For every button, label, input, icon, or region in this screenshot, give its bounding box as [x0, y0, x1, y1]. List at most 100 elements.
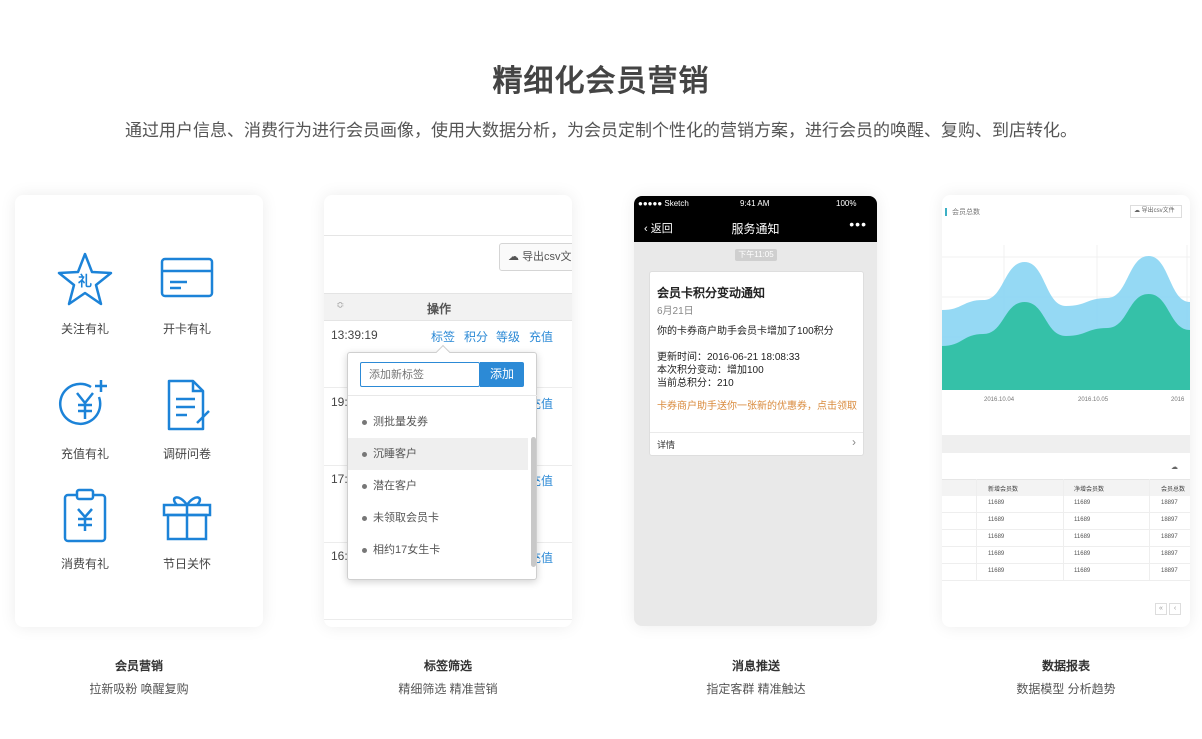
tag-option[interactable]: 测批量发券: [348, 406, 528, 438]
row-time: 17:: [331, 472, 348, 486]
x-tick-label: 2016: [1171, 397, 1185, 403]
prev-page-button[interactable]: ‹: [1169, 603, 1181, 615]
add-tag-button[interactable]: 添加: [480, 362, 524, 387]
first-page-button[interactable]: «: [1155, 603, 1167, 615]
export-csv-label: 导出csv文: [522, 251, 572, 263]
open-card-gift-item[interactable]: 开卡有礼: [147, 250, 227, 337]
export-csv-button[interactable]: ☁ 导出csv文件: [1130, 205, 1182, 218]
bullet-icon: [362, 451, 367, 457]
member-area-chart: [942, 245, 1190, 390]
carrier-text: ●●●●● Sketch: [638, 199, 689, 208]
more-icon[interactable]: •••: [849, 216, 867, 232]
table-row: 11689 11689 18897: [942, 496, 1190, 513]
clock-text: 9:41 AM: [740, 199, 770, 208]
tag-popover: 添加 测批量发券 沉睡客户 潜在客户 未领取会员卡 相约17女生卡: [347, 344, 537, 580]
pagination: «‹: [1155, 597, 1187, 615]
yen-plus-icon: [58, 380, 107, 426]
survey-label: 调研问卷: [162, 447, 211, 461]
bullet-icon: [362, 547, 367, 553]
popover-caret: [435, 344, 451, 360]
report-table-header: 新增会员数 净增会员数 会员总数: [942, 479, 1190, 496]
open-card-gift-label: 开卡有礼: [162, 322, 211, 336]
col-header: 会员总数: [1161, 487, 1186, 493]
nav-title: 服务通知: [731, 222, 780, 236]
table-row: 11689 11689 18897: [942, 530, 1190, 547]
message-detail-line: 当前总积分：210: [657, 378, 734, 389]
bullet-icon: [362, 483, 367, 489]
message-body: 你的卡券商户助手会员卡增加了100积分: [657, 326, 834, 337]
tag-option[interactable]: 相约17女生卡: [348, 534, 528, 566]
cloud-download-icon: ☁: [508, 251, 519, 263]
new-tag-input[interactable]: [360, 362, 480, 387]
level-action-link[interactable]: 等级: [496, 328, 520, 345]
star-glyph: 礼: [78, 273, 92, 290]
page-title: 精细化会员营销: [492, 65, 710, 98]
points-action-link[interactable]: 积分: [464, 328, 488, 345]
time-badge: 下午11:05: [735, 249, 777, 261]
operation-header: 操作: [427, 302, 452, 316]
cloud-download-icon: ☁: [1134, 208, 1140, 214]
message-date: 6月21日: [657, 306, 694, 317]
survey-doc-icon: [167, 379, 210, 431]
caption-subtitle: 精细筛选 精准营销: [398, 682, 498, 696]
caption-subtitle: 拉新吸粉 唤醒复购: [89, 682, 189, 696]
column-divider: [976, 479, 977, 581]
column-divider: [1149, 479, 1150, 581]
recharge-action-link[interactable]: 充值: [529, 328, 553, 345]
message-push-card[interactable]: ●●●●● Sketch 9:41 AM 100% ‹ 返回 服务通知 ••• …: [634, 196, 877, 626]
caption-member-marketing: 会员营销 拉新吸粉 唤醒复购: [15, 657, 263, 697]
caption-title: 会员营销: [114, 659, 163, 673]
page-subtitle: 通过用户信息、消费行为进行会员画像，使用大数据分析，为会员定制个性化的营销方案，…: [125, 121, 1077, 140]
nav-bar: ‹ 返回 服务通知 •••: [634, 212, 877, 242]
chevron-right-icon: ›: [852, 435, 856, 449]
tag-filter-card[interactable]: ☁ 导出csv文 ≎ 操作 13:39:19 标签 积分 等级 充值 19: 充…: [324, 195, 572, 627]
scrollbar-thumb[interactable]: [531, 437, 536, 567]
tag-option[interactable]: 未领取会员卡: [348, 502, 528, 534]
caption-subtitle: 数据模型 分析趋势: [1016, 682, 1116, 696]
status-bar: ●●●●● Sketch 9:41 AM 100%: [634, 196, 877, 212]
tag-option-selected[interactable]: 沉睡客户: [348, 438, 528, 470]
spend-gift-label: 消费有礼: [60, 557, 109, 571]
row-time: 13:39:19: [331, 328, 378, 342]
tag-action-link[interactable]: 标签: [431, 328, 455, 345]
col-header: 新增会员数: [988, 487, 1019, 493]
divider: [650, 432, 863, 433]
table-row: 11689 11689 18897: [942, 513, 1190, 530]
message-title: 会员卡积分变动通知: [657, 286, 766, 300]
holiday-care-label: 节日关怀: [162, 557, 211, 571]
bullet-icon: [362, 515, 367, 521]
spend-gift-item[interactable]: 消费有礼: [45, 485, 125, 572]
details-link[interactable]: 详情: [657, 438, 675, 451]
data-report-card[interactable]: 会员总数 ☁ 导出csv文件 2016.10.04 2016.10.05 201…: [942, 195, 1190, 627]
survey-item[interactable]: 调研问卷: [147, 375, 227, 462]
row-divider: [324, 619, 572, 620]
caption-tag-filter: 标签筛选 精细筛选 精准营销: [324, 657, 572, 697]
sort-icon[interactable]: ≎: [336, 300, 344, 311]
follow-gift-label: 关注有礼: [60, 322, 109, 336]
x-tick-label: 2016.10.04: [984, 397, 1015, 403]
chart-label: 会员总数: [952, 209, 980, 216]
member-marketing-card[interactable]: 礼 关注有礼 开卡有礼 充值有礼 调研问卷 消费有礼 节日关怀: [15, 195, 263, 627]
card-icon: [160, 257, 214, 298]
table-toolbar: [942, 435, 1190, 453]
x-tick-label: 2016.10.05: [1078, 397, 1109, 403]
tag-option[interactable]: 潜在客户: [348, 470, 528, 502]
cloud-download-icon[interactable]: ☁: [1171, 463, 1178, 471]
caption-data-report: 数据报表 数据模型 分析趋势: [942, 657, 1190, 697]
table-header: ≎ 操作: [324, 293, 572, 321]
recharge-gift-item[interactable]: 充值有礼: [45, 375, 125, 462]
divider: [324, 235, 572, 236]
follow-gift-item[interactable]: 礼 关注有礼: [45, 250, 125, 337]
caption-title: 消息推送: [731, 659, 780, 673]
notification-message[interactable]: 会员卡积分变动通知 6月21日 你的卡券商户助手会员卡增加了100积分 更新时间…: [649, 271, 864, 456]
column-divider: [1063, 479, 1064, 581]
tag-list: 测批量发券 沉睡客户 潜在客户 未领取会员卡 相约17女生卡: [348, 395, 537, 573]
clipboard-yen-icon: [63, 488, 107, 543]
holiday-care-item[interactable]: 节日关怀: [147, 485, 227, 572]
export-csv-button[interactable]: ☁ 导出csv文: [499, 243, 572, 271]
section-marker: [945, 208, 947, 216]
table-row: 11689 11689 18897: [942, 547, 1190, 564]
col-header: 净增会员数: [1074, 487, 1105, 493]
coupon-promo-link[interactable]: 卡券商户助手送你一张新的优惠券，点击领取: [657, 400, 857, 414]
caption-subtitle: 指定客群 精准触达: [706, 682, 806, 696]
